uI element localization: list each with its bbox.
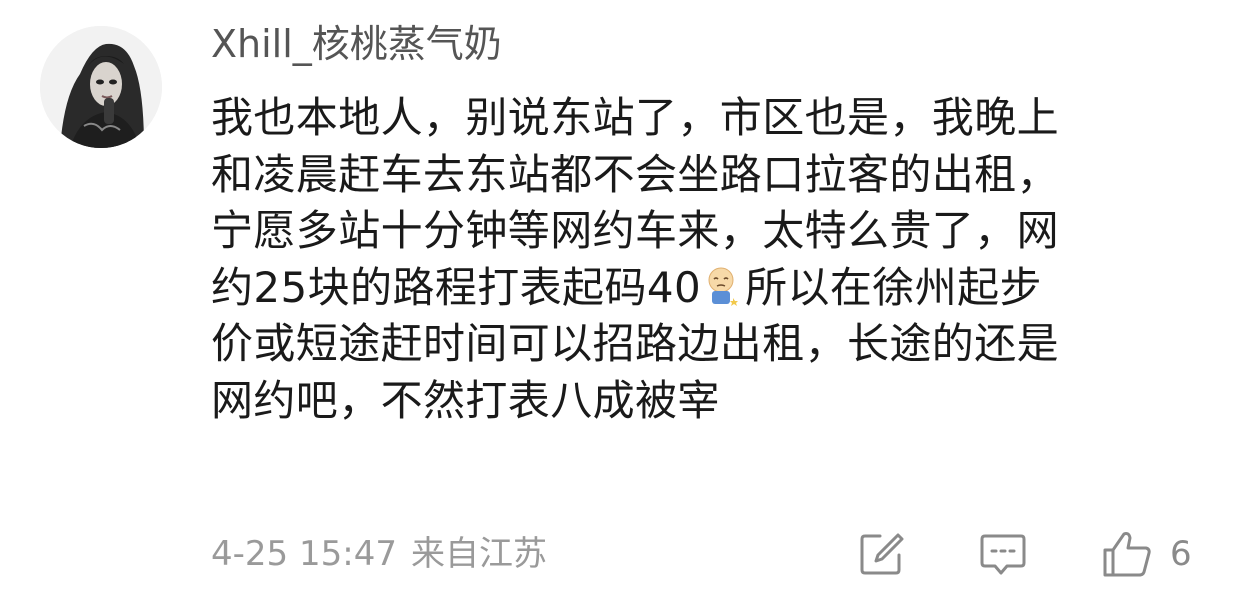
comment-line-with-emoji: 约25块的路程打表起码40 所以在徐州起步 [211, 260, 1211, 317]
comment-card: Xhill_核桃蒸气奶 我也本地人，别说东站了，市区也是，我晚上 和凌晨赶车去东… [0, 0, 1236, 597]
like-count: 6 [1170, 534, 1192, 574]
comment-footer: 4-25 15:47 来自江苏 6 [0, 524, 1236, 584]
timestamp: 4-25 15:47 [211, 534, 397, 574]
comment-line: 价或短途赶时间可以招路边出租，长途的还是 [211, 319, 1060, 368]
avatar-image [40, 26, 162, 148]
username[interactable]: Xhill_核桃蒸气奶 [211, 18, 502, 70]
comment-line-part: 约25块的路程打表起码40 [211, 262, 702, 312]
comment-bubble-icon [980, 534, 1026, 575]
comment-text: 我也本地人，别说东站了，市区也是，我晚上 和凌晨赶车去东站都不会坐路口拉客的出租… [211, 90, 1211, 429]
comment-line: 网约吧，不然打表八成被宰 [211, 375, 720, 425]
share-edit-icon [860, 533, 904, 575]
avatar[interactable] [40, 26, 162, 148]
comment-line-part: 所以在徐州起步 [745, 262, 1042, 312]
thumbs-up-icon [1103, 532, 1151, 577]
comment-line: 和凌晨赶车去东站都不会坐路口拉客的出租， [211, 149, 1060, 199]
reply-button[interactable] [979, 528, 1027, 580]
sad-face-emoji-icon [708, 267, 739, 306]
comment-meta: 4-25 15:47 来自江苏 [211, 532, 547, 576]
comment-line: 宁愿多站十分钟等网约车来，太特么贵了，网 [211, 206, 1060, 255]
like-button[interactable]: 6 [1102, 528, 1192, 580]
location: 来自江苏 [410, 534, 547, 574]
comment-line: 我也本地人，别说东站了，市区也是，我晚上 [211, 93, 1060, 142]
share-button[interactable] [858, 528, 904, 580]
